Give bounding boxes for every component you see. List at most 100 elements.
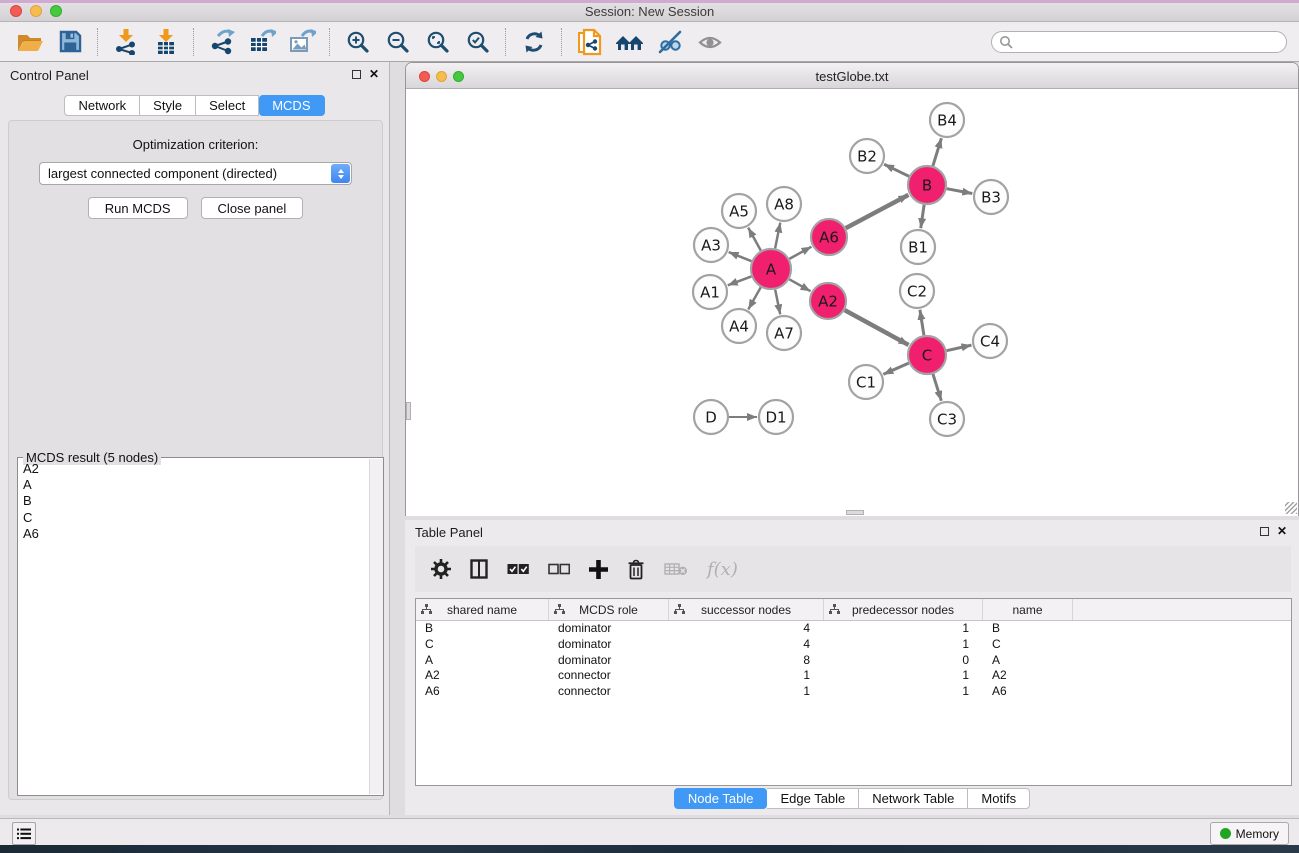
table-row[interactable]: Bdominator41B	[416, 621, 1291, 637]
table-row[interactable]: A6connector11A6	[416, 684, 1291, 700]
close-panel-button[interactable]: Close panel	[201, 197, 304, 219]
canvas-bottom-scroll-nub[interactable]	[846, 510, 864, 515]
plus-icon	[589, 560, 608, 579]
table-row[interactable]: Cdominator41C	[416, 637, 1291, 653]
zoom-fit-button[interactable]	[418, 26, 458, 58]
close-panel-icon[interactable]: ✕	[369, 69, 379, 79]
graph-edge-a-a8[interactable]	[775, 223, 780, 249]
column-chooser-button[interactable]	[470, 556, 488, 582]
network-canvas[interactable]: B4B2BB3A8A5A6A3B1AC2A1A2A4A7C4CC1C3DD1	[406, 89, 1298, 516]
mcds-result-item[interactable]: A	[19, 477, 369, 493]
column-label: name	[1012, 603, 1042, 617]
add-row-button[interactable]	[589, 556, 608, 582]
table-cell-shared-name: A	[416, 653, 549, 669]
show-log-button[interactable]	[12, 822, 36, 845]
tab-network[interactable]: Network	[64, 95, 140, 116]
graph-edge-a-a5[interactable]	[748, 228, 761, 251]
column-header-name[interactable]: name	[983, 599, 1073, 620]
tab-edge-table[interactable]: Edge Table	[767, 788, 859, 809]
deselect-all-icon	[548, 563, 570, 575]
window-resize-grip[interactable]	[1285, 502, 1297, 514]
zoom-selected-button[interactable]	[458, 26, 498, 58]
graph-edge-a-a6[interactable]	[789, 247, 811, 259]
column-label: shared name	[447, 603, 517, 617]
graph-edge-a-a2[interactable]	[789, 279, 810, 291]
graph-edge-a-a3[interactable]	[729, 252, 752, 261]
memory-button[interactable]: Memory	[1210, 822, 1289, 845]
export-image-button[interactable]	[282, 26, 322, 58]
zoom-in-button[interactable]	[338, 26, 378, 58]
table-cell-mcds-role: dominator	[549, 621, 669, 637]
mcds-result-item[interactable]: A2	[19, 461, 369, 477]
hide-selected-button[interactable]	[650, 26, 690, 58]
import-network-button[interactable]	[106, 26, 146, 58]
first-neighbors-button[interactable]	[610, 26, 650, 58]
tree-icon	[421, 604, 432, 615]
control-panel-tabs: Network Style Select MCDS	[0, 95, 389, 116]
graph-edge-b-b3[interactable]	[947, 189, 973, 194]
show-hidden-button[interactable]	[690, 26, 730, 58]
search-input[interactable]	[991, 31, 1287, 53]
delete-table-button[interactable]	[664, 556, 688, 582]
tab-network-table[interactable]: Network Table	[859, 788, 968, 809]
new-network-from-selection-button[interactable]	[570, 26, 610, 58]
graph-edge-b-b4[interactable]	[933, 138, 942, 166]
export-network-button[interactable]	[202, 26, 242, 58]
import-table-button[interactable]	[146, 26, 186, 58]
tab-mcds[interactable]: MCDS	[259, 95, 324, 116]
column-header-predecessor-nodes[interactable]: predecessor nodes	[824, 599, 983, 620]
open-session-button[interactable]	[10, 26, 50, 58]
search-icon	[999, 35, 1013, 49]
toolbar-separator	[97, 28, 99, 56]
mcds-result-item[interactable]: B	[19, 493, 369, 509]
graph-edge-c-c4[interactable]	[947, 345, 972, 351]
mcds-result-scrollbar[interactable]	[369, 459, 383, 794]
save-session-button[interactable]	[50, 26, 90, 58]
deselect-all-button[interactable]	[548, 556, 570, 582]
close-table-panel-icon[interactable]: ✕	[1277, 526, 1287, 536]
tab-node-table[interactable]: Node Table	[674, 788, 768, 809]
select-all-button[interactable]	[507, 556, 529, 582]
refresh-icon	[522, 30, 546, 54]
float-panel-icon[interactable]	[352, 70, 361, 79]
network-window-titlebar[interactable]: testGlobe.txt	[406, 63, 1298, 89]
graph-node-label-d: D	[705, 408, 717, 426]
function-builder-button[interactable]: f(x)	[707, 556, 738, 582]
delete-rows-button[interactable]	[627, 556, 645, 582]
table-row[interactable]: Adominator80A	[416, 653, 1291, 669]
graph-edge-a6-b[interactable]	[846, 195, 909, 228]
tab-select[interactable]: Select	[196, 95, 259, 116]
graph-edge-a2-c[interactable]	[845, 310, 909, 345]
graph-edge-c-c3[interactable]	[933, 374, 941, 401]
tab-style[interactable]: Style	[140, 95, 196, 116]
graph-edge-c-c1[interactable]	[883, 363, 908, 374]
run-mcds-button[interactable]: Run MCDS	[88, 197, 188, 219]
table-row[interactable]: A2connector11A2	[416, 668, 1291, 684]
graph-edge-a-a7[interactable]	[775, 290, 780, 315]
zoom-out-button[interactable]	[378, 26, 418, 58]
graph-edge-a-a4[interactable]	[748, 287, 760, 309]
column-chooser-icon	[470, 559, 488, 579]
float-table-panel-icon[interactable]	[1260, 527, 1269, 536]
tab-motifs[interactable]: Motifs	[968, 788, 1030, 809]
graph-node-label-a4: A4	[729, 317, 749, 335]
export-table-button[interactable]	[242, 26, 282, 58]
table-settings-button[interactable]	[431, 556, 451, 582]
criterion-dropdown[interactable]: largest connected component (directed)	[39, 162, 352, 185]
canvas-left-scroll-nub[interactable]	[406, 402, 411, 420]
mcds-result-item[interactable]: A6	[19, 526, 369, 542]
node-table-header: shared name MCDS role successor nodes	[416, 599, 1291, 621]
graph-edge-c-c2[interactable]	[920, 310, 924, 335]
column-header-successor-nodes[interactable]: successor nodes	[669, 599, 824, 620]
graph-edge-a-a1[interactable]	[728, 276, 752, 285]
column-header-shared-name[interactable]: shared name	[416, 599, 549, 620]
refresh-view-button[interactable]	[514, 26, 554, 58]
table-cell-filler	[1073, 684, 1291, 700]
graph-edge-b-b1[interactable]	[921, 205, 924, 228]
delete-table-icon	[664, 562, 688, 576]
graph-edge-b-b2[interactable]	[884, 164, 909, 176]
mcds-result-item[interactable]: C	[19, 510, 369, 526]
table-cell-filler	[1073, 637, 1291, 653]
network-graph[interactable]: B4B2BB3A8A5A6A3B1AC2A1A2A4A7C4CC1C3DD1	[406, 89, 1298, 516]
column-header-mcds-role[interactable]: MCDS role	[549, 599, 669, 620]
